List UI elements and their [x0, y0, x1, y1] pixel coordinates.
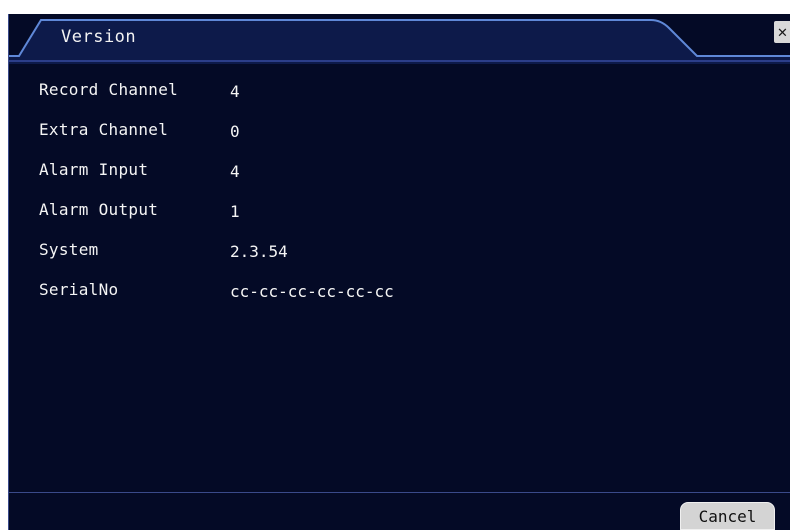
info-label: Extra Channel — [39, 120, 169, 139]
info-label: Alarm Output — [39, 200, 159, 219]
cancel-button[interactable]: Cancel — [680, 502, 775, 530]
info-row-system: System 2.3.54 — [9, 234, 769, 274]
footer-divider — [9, 492, 790, 493]
info-value: 4 — [230, 82, 240, 101]
info-row-record-channel: Record Channel 4 — [9, 74, 769, 114]
close-icon: ✕ — [777, 22, 788, 41]
info-value: cc-cc-cc-cc-cc-cc — [230, 282, 394, 301]
info-label: SerialNo — [39, 280, 119, 299]
info-row-serial-no: SerialNo cc-cc-cc-cc-cc-cc — [9, 274, 769, 314]
version-dialog: Version ✕ Record Channel 4 Extra Channel… — [8, 14, 790, 530]
info-value: 4 — [230, 162, 240, 181]
info-value: 0 — [230, 122, 240, 141]
info-label: Record Channel — [39, 80, 179, 99]
close-button[interactable]: ✕ — [774, 21, 790, 43]
version-info-list: Record Channel 4 Extra Channel 0 Alarm I… — [9, 74, 769, 314]
info-row-extra-channel: Extra Channel 0 — [9, 114, 769, 154]
info-row-alarm-output: Alarm Output 1 — [9, 194, 769, 234]
info-value: 2.3.54 — [230, 242, 288, 261]
info-row-alarm-input: Alarm Input 4 — [9, 154, 769, 194]
info-value: 1 — [230, 202, 240, 221]
info-label: System — [39, 240, 99, 259]
info-label: Alarm Input — [39, 160, 149, 179]
dialog-title: Version — [61, 27, 137, 47]
